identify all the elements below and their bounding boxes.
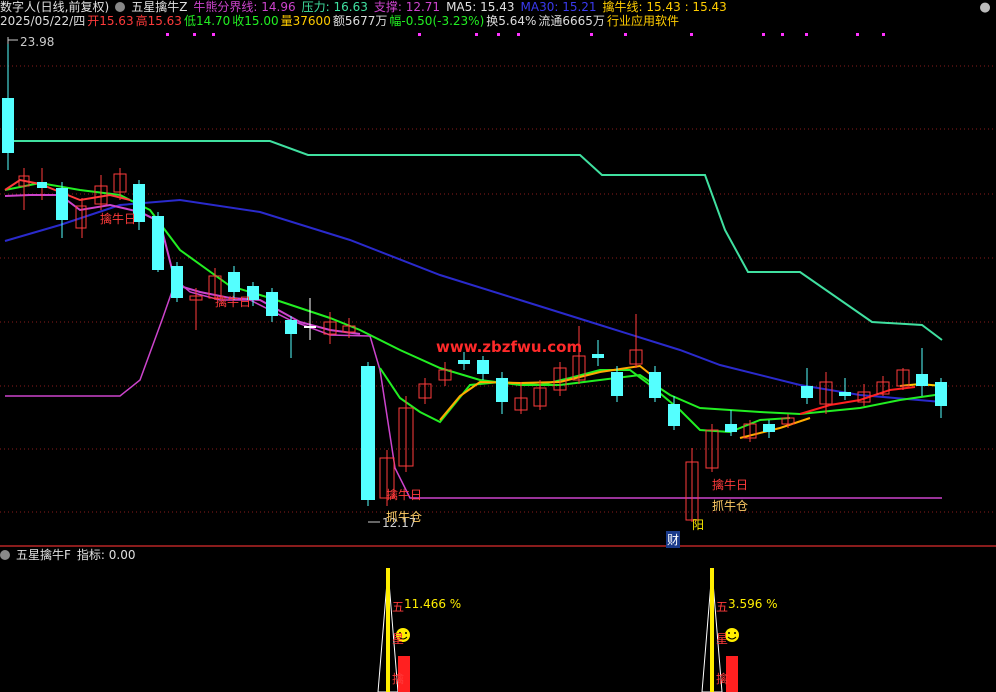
signal-2-value: 3.596 % (728, 597, 778, 611)
grab-pos-label-2: 抓牛仓 (712, 499, 749, 513)
cai-label: 财 (666, 531, 681, 548)
ma30-line (4, 198, 943, 403)
signal-1-qing: 擒 (392, 672, 405, 686)
catch-day-label-3: 擒牛日 (386, 488, 423, 502)
signal-2-xing: 星 (716, 632, 729, 646)
grab-pos-label-1: 抓牛仓 (386, 510, 423, 524)
catch-day-label-1: 擒牛日 (100, 212, 137, 226)
panel2-settings-icon[interactable] (0, 550, 10, 560)
max-price-label: 23.98 (20, 35, 55, 49)
panel2-indicator-name[interactable]: 五星擒牛F (16, 548, 71, 562)
grid-lines (0, 65, 996, 513)
signal-dots (166, 33, 885, 36)
yang-label: 阳 (692, 518, 705, 532)
ma10-line (4, 181, 943, 416)
catch-day-label-2: 擒牛日 (215, 295, 252, 309)
signal-2-qing: 擒 (716, 672, 729, 686)
signal-1-value: 11.466 % (404, 597, 462, 611)
catch-day-label-4: 擒牛日 (712, 478, 749, 492)
signal-1-wu: 五 (392, 600, 405, 614)
candles (2, 40, 947, 522)
panel2-value: 指标: 0.00 (76, 548, 136, 562)
signal-1-xing: 星 (392, 632, 405, 646)
panel2-header: 五星擒牛F 指标: 0.00 (0, 548, 141, 563)
watermark: www.zbzfwu.com (436, 338, 583, 356)
signal-2-wu: 五 (716, 600, 729, 614)
pressure-line (8, 140, 943, 341)
